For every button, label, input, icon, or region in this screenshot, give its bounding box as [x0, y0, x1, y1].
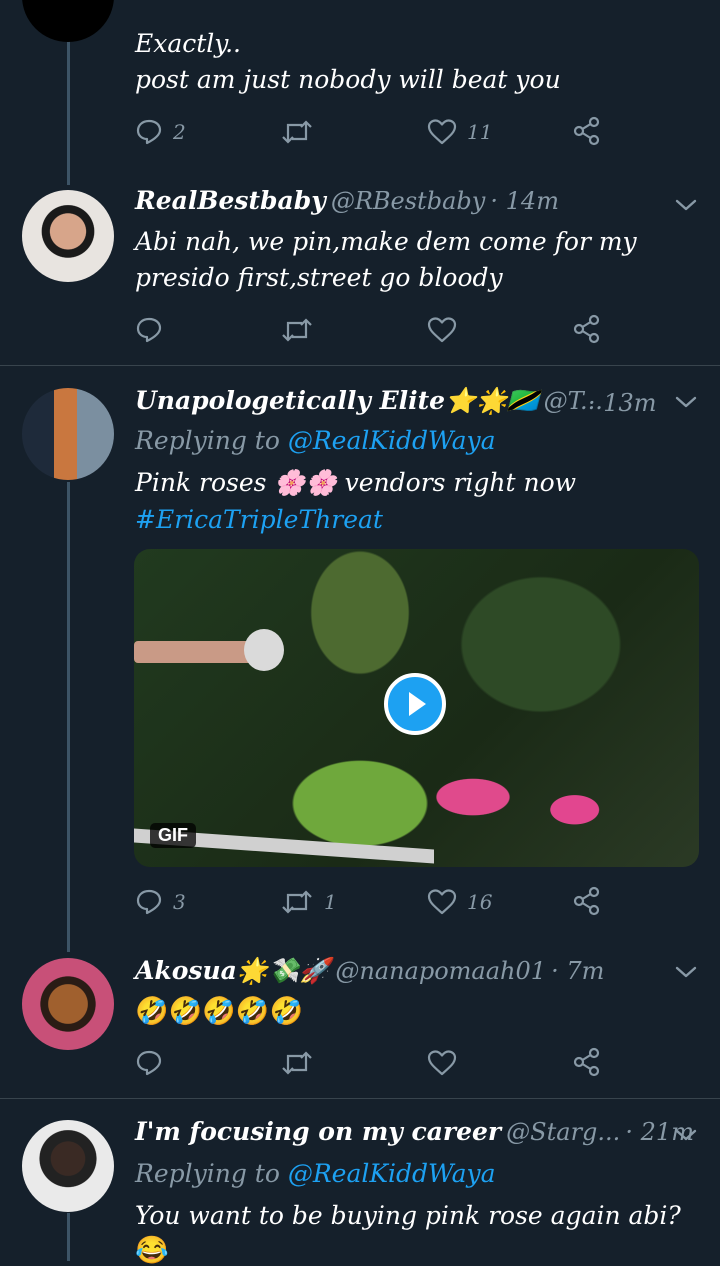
like-count: 16: [467, 890, 493, 914]
tweet-text: Pink roses 🌸🌸 vendors right now: [135, 468, 577, 497]
replying-to-label: Replying to: [135, 1159, 280, 1188]
watering-can-head: [244, 629, 284, 671]
chevron-down-icon[interactable]: [674, 197, 698, 213]
retweet-button[interactable]: [280, 1049, 314, 1077]
watering-can-spout: [134, 641, 254, 663]
tweet-text-line: post am just nobody will beat you: [135, 65, 561, 94]
tweet-time: · 7m: [551, 957, 605, 985]
display-name[interactable]: RealBestbaby: [135, 186, 326, 215]
display-name[interactable]: Akosua🌟💸🚀: [135, 956, 330, 985]
like-icon: [427, 118, 457, 146]
share-icon: [572, 886, 602, 916]
tweet-text: Exactly.. post am just nobody will beat …: [135, 26, 561, 98]
retweet-icon: [280, 316, 314, 344]
chevron-down-icon[interactable]: [674, 394, 698, 410]
reply-icon: [135, 118, 163, 146]
tweet-header: RealBestbaby @RBestbaby · 14m: [135, 186, 559, 215]
share-icon: [572, 1047, 602, 1077]
thread-line: [67, 482, 70, 952]
tweet-header: Akosua🌟💸🚀 @nanapomaah01 · 7m: [135, 956, 604, 986]
reply-button[interactable]: [135, 1049, 163, 1077]
chevron-down-icon[interactable]: [674, 964, 698, 980]
tweet-time: · 14m: [490, 187, 559, 215]
chevron-down-icon[interactable]: [674, 1127, 698, 1143]
share-icon: [572, 314, 602, 344]
avatar[interactable]: [22, 0, 114, 42]
retweet-count: 1: [324, 890, 337, 914]
share-button[interactable]: [572, 314, 602, 344]
reply-count: 3: [173, 890, 186, 914]
hashtag-link[interactable]: #EricaTripleThreat: [135, 502, 383, 538]
reply-button[interactable]: [135, 316, 163, 344]
play-icon: [409, 692, 426, 716]
tweet-text-line: Exactly..: [135, 29, 241, 58]
avatar[interactable]: [22, 958, 114, 1050]
retweet-button[interactable]: [280, 118, 314, 146]
share-button[interactable]: [572, 886, 602, 916]
tweet-emoji: 😂: [135, 1235, 169, 1266]
display-name[interactable]: I'm focusing on my career: [135, 1117, 501, 1146]
tweet-text: 🤣🤣🤣🤣🤣: [135, 996, 304, 1027]
reply-count: 2: [173, 120, 186, 144]
retweet-icon: [280, 888, 314, 916]
replying-to-label: Replying to: [135, 426, 280, 455]
like-button[interactable]: 11: [427, 118, 492, 146]
tweet-text: Abi nah, we pin,make dem come for my pre…: [135, 224, 637, 296]
reply-icon: [135, 1049, 163, 1077]
like-count: 11: [467, 120, 493, 144]
retweet-button[interactable]: [280, 316, 314, 344]
reply-icon: [135, 316, 163, 344]
like-button[interactable]: 16: [427, 888, 492, 916]
retweet-button[interactable]: 1: [280, 888, 337, 916]
tweet-text: You want to be buying pink rose again ab…: [135, 1201, 681, 1230]
reply-button[interactable]: 3: [135, 888, 186, 916]
thread-line: [67, 1213, 70, 1261]
replying-to: Replying to @RealKiddWaya: [135, 423, 496, 459]
user-handle[interactable]: @Starg...: [506, 1118, 620, 1146]
thread-line: [67, 40, 70, 185]
gif-badge: GIF: [150, 823, 196, 848]
play-button[interactable]: [384, 673, 446, 735]
replying-to-link[interactable]: @RealKiddWaya: [288, 1159, 496, 1188]
like-icon: [427, 316, 457, 344]
share-icon: [572, 116, 602, 146]
user-handle[interactable]: @RBestbaby: [331, 187, 485, 215]
replying-to-link[interactable]: @RealKiddWaya: [288, 426, 496, 455]
retweet-icon: [280, 1049, 314, 1077]
display-name[interactable]: Unapologetically Elite⭐🌟🇹🇿: [135, 386, 538, 415]
like-icon: [427, 888, 457, 916]
like-button[interactable]: [427, 316, 457, 344]
reply-icon: [135, 888, 163, 916]
like-icon: [427, 1049, 457, 1077]
gif-media[interactable]: GIF: [134, 549, 699, 867]
tweet-text-line: presido first,street go bloody: [135, 263, 503, 292]
share-button[interactable]: [572, 1047, 602, 1077]
user-handle[interactable]: @nanapomaah01: [335, 957, 546, 985]
tweet-header: Unapologetically Elite⭐🌟🇹🇿 @T...: [135, 386, 603, 416]
divider: [0, 365, 720, 366]
tweet-text-line: Abi nah, we pin,make dem come for my: [135, 227, 637, 256]
divider: [0, 1098, 720, 1099]
like-button[interactable]: [427, 1049, 457, 1077]
tweet-header: I'm focusing on my career @Starg... · 21…: [135, 1117, 694, 1146]
replying-to: Replying to @RealKiddWaya: [135, 1156, 496, 1192]
tweet-time: · 13m: [588, 389, 657, 417]
share-button[interactable]: [572, 116, 602, 146]
avatar[interactable]: [22, 388, 114, 480]
reply-button[interactable]: 2: [135, 118, 186, 146]
avatar[interactable]: [22, 1120, 114, 1212]
avatar[interactable]: [22, 190, 114, 282]
retweet-icon: [280, 118, 314, 146]
